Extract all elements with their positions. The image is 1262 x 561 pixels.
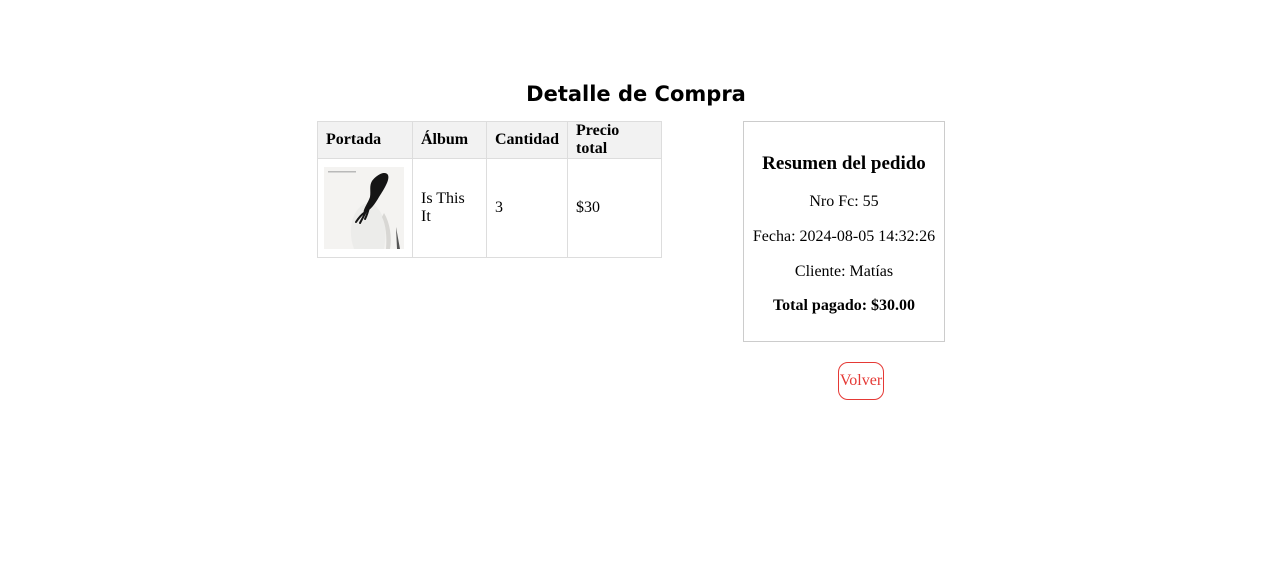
header-cantidad: Cantidad: [485, 121, 569, 159]
album-cover-image: [324, 167, 404, 249]
table-row: Is This It 3 $30: [317, 158, 663, 258]
table-header-row: Portada Álbum Cantidad Precio total: [317, 121, 663, 159]
purchase-detail-table: Portada Álbum Cantidad Precio total Is T…: [317, 121, 663, 258]
header-precio-total: Precio total: [567, 121, 663, 159]
summary-title: Resumen del pedido: [762, 153, 926, 174]
invoice-number: Nro Fc: 55: [809, 193, 879, 210]
cover-cell: [317, 158, 413, 258]
customer-name: Cliente: Matías: [794, 263, 894, 280]
order-date: Fecha: 2024-08-05 14:32:26: [752, 228, 936, 245]
header-album: Álbum: [412, 121, 487, 159]
header-portada: Portada: [317, 121, 413, 159]
back-button[interactable]: Volver: [838, 362, 884, 400]
album-cell: Is This It: [412, 158, 487, 258]
page-title: Detalle de Compra: [526, 82, 746, 106]
total-paid: Total pagado: $30.00: [772, 297, 916, 314]
quantity-cell: 3: [485, 158, 569, 258]
total-price-cell: $30: [567, 158, 663, 258]
page: Detalle de Compra Portada Álbum Cantidad…: [0, 0, 1262, 561]
order-summary-card: Resumen del pedido Nro Fc: 55 Fecha: 202…: [743, 121, 945, 342]
